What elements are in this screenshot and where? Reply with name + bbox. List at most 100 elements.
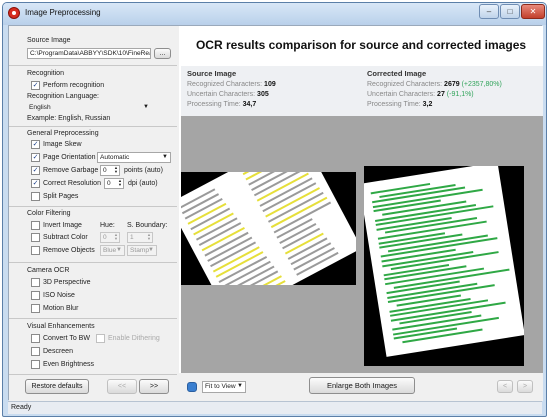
source-stats: Source Image Recognized Characters: 109 … — [181, 66, 361, 116]
nav-prev-button[interactable]: < — [497, 380, 513, 393]
divider — [9, 206, 177, 207]
language-value: English — [29, 104, 51, 111]
stat-label: Recognized Characters: — [367, 81, 443, 88]
correct-resolution-stepper[interactable]: 0 ▲ ▼ — [104, 178, 124, 189]
status-bar: Ready — [8, 401, 542, 414]
image-skew-checkbox[interactable]: ✓ — [31, 140, 40, 149]
maximize-button[interactable]: □ — [500, 4, 520, 19]
chevron-down-icon: ▼ — [148, 247, 154, 253]
close-button[interactable]: ✕ — [521, 4, 545, 19]
general-preprocessing-heading: General Preprocessing — [27, 130, 99, 137]
correct-resolution-value: 0 — [107, 180, 111, 187]
spin-arrows-icon: ▲ ▼ — [114, 165, 118, 174]
camera-ocr-heading: Camera OCR — [27, 267, 70, 274]
s-boundary-value: 1 — [130, 234, 134, 241]
fit-value: Fit to View — [205, 383, 236, 390]
descreen-checkbox[interactable] — [31, 347, 40, 356]
even-brightness-label: Even Brightness — [43, 361, 94, 368]
iso-noise-checkbox[interactable] — [31, 291, 40, 300]
chevron-down-icon: ▼ — [143, 104, 149, 110]
corrected-stats-title: Corrected Image — [367, 69, 427, 78]
remove-objects-checkbox[interactable] — [31, 246, 40, 255]
enable-dithering-checkbox[interactable] — [96, 334, 105, 343]
page-orientation-checkbox[interactable]: ✓ — [31, 153, 40, 162]
remove-objects-type-value: Stamp — [130, 247, 150, 254]
motion-blur-checkbox[interactable] — [31, 304, 40, 313]
subtract-color-label: Subtract Color — [43, 234, 88, 241]
corrected-stats: Corrected Image Recognized Characters: 2… — [361, 66, 543, 116]
previous-button[interactable]: << — [107, 379, 137, 394]
divider — [9, 126, 177, 127]
remove-garbage-stepper[interactable]: 0 ▲ ▼ — [100, 165, 120, 176]
stat-value: 2679 — [444, 81, 460, 88]
stat-label: Processing Time: — [367, 101, 421, 108]
fit-to-view-select[interactable]: Fit to View ▼ — [202, 381, 246, 393]
corrected-time-row: Processing Time: 3,2 — [367, 101, 432, 108]
title-bar[interactable]: Image Preprocessing – □ ✕ — [3, 3, 546, 25]
remove-garbage-value: 0 — [103, 167, 107, 174]
enlarge-both-images-button[interactable]: Enlarge Both Images — [309, 377, 415, 394]
check-icon: ✓ — [32, 167, 39, 174]
stat-label: Processing Time: — [187, 101, 241, 108]
color-filtering-heading: Color Filtering — [27, 210, 71, 217]
invert-image-checkbox[interactable] — [31, 221, 40, 230]
stat-label: Uncertain Characters: — [187, 91, 256, 98]
page-orientation-select[interactable]: Automatic ▼ — [97, 152, 171, 163]
remove-objects-type-select[interactable]: Stamp ▼ — [127, 245, 157, 256]
corrected-uncertain-row: Uncertain Characters: 27 (-91,1%) — [367, 91, 474, 98]
source-path-field[interactable]: C:\ProgramData\ABBYY\SDK\10\FineRead — [27, 48, 151, 59]
subtract-color-checkbox[interactable] — [31, 233, 40, 242]
stat-value: 305 — [257, 91, 269, 98]
app-window: Image Preprocessing – □ ✕ Source Image C… — [2, 2, 547, 417]
source-recognized-row: Recognized Characters: 109 — [187, 81, 276, 88]
hue-label: Hue: — [100, 222, 115, 229]
remove-objects-color-value: Blue — [103, 247, 117, 254]
split-pages-label: Split Pages — [43, 193, 79, 200]
stat-value: 3,2 — [422, 101, 433, 108]
remove-garbage-checkbox[interactable]: ✓ — [31, 166, 40, 175]
stat-value: 34,7 — [242, 101, 257, 108]
divider — [9, 374, 177, 375]
language-select[interactable]: English ▼ — [27, 103, 151, 114]
language-example: Example: English, Russian — [27, 115, 111, 122]
results-panel: OCR results comparison for source and co… — [179, 26, 543, 401]
perform-recognition-label: Perform recognition — [43, 82, 105, 89]
minimize-button[interactable]: – — [479, 4, 499, 19]
spin-arrows-icon: ▲ ▼ — [147, 232, 151, 241]
recognition-heading: Recognition — [27, 70, 64, 77]
stat-delta: (-91,1%) — [446, 91, 474, 98]
check-icon: ✓ — [32, 141, 39, 148]
remove-objects-label: Remove Objects — [43, 247, 95, 254]
restore-defaults-button[interactable]: Restore defaults — [25, 379, 89, 394]
viewer-toolbar: Fit to View ▼ Enlarge Both Images < > — [179, 373, 543, 401]
hue-stepper[interactable]: 0 ▲ ▼ — [100, 232, 120, 243]
split-pages-checkbox[interactable] — [31, 192, 40, 201]
source-document-page — [181, 172, 356, 285]
enable-dithering-label: Enable Dithering — [108, 335, 160, 342]
source-uncertain-row: Uncertain Characters: 305 — [187, 91, 269, 98]
next-button[interactable]: >> — [139, 379, 169, 394]
perform-recognition-checkbox[interactable]: ✓ — [31, 81, 40, 90]
page-orientation-label: Page Orientation — [43, 154, 96, 161]
s-boundary-stepper[interactable]: 1 ▲ ▼ — [127, 232, 153, 243]
perspective-label: 3D Perspective — [43, 279, 91, 286]
stat-delta: (+2357,80%) — [461, 81, 502, 88]
remove-garbage-label: Remove Garbage — [43, 167, 99, 174]
source-stats-title: Source Image — [187, 69, 237, 78]
perspective-checkbox[interactable] — [31, 278, 40, 287]
image-viewer[interactable] — [181, 116, 543, 373]
even-brightness-checkbox[interactable] — [31, 360, 40, 369]
correct-resolution-checkbox[interactable]: ✓ — [31, 179, 40, 188]
chevron-down-icon: ▼ — [162, 154, 168, 160]
hue-value: 0 — [103, 234, 107, 241]
browse-button[interactable]: ... — [154, 48, 171, 59]
stat-label: Uncertain Characters: — [367, 91, 436, 98]
page-title: OCR results comparison for source and co… — [195, 38, 527, 52]
view-mode-icon[interactable] — [187, 382, 197, 392]
convert-bw-checkbox[interactable] — [31, 334, 40, 343]
settings-panel: Source Image C:\ProgramData\ABBYY\SDK\10… — [9, 26, 179, 401]
remove-objects-color-select[interactable]: Blue ▼ — [100, 245, 125, 256]
descreen-label: Descreen — [43, 348, 73, 355]
nav-next-button[interactable]: > — [517, 380, 533, 393]
corrected-image — [364, 166, 524, 366]
